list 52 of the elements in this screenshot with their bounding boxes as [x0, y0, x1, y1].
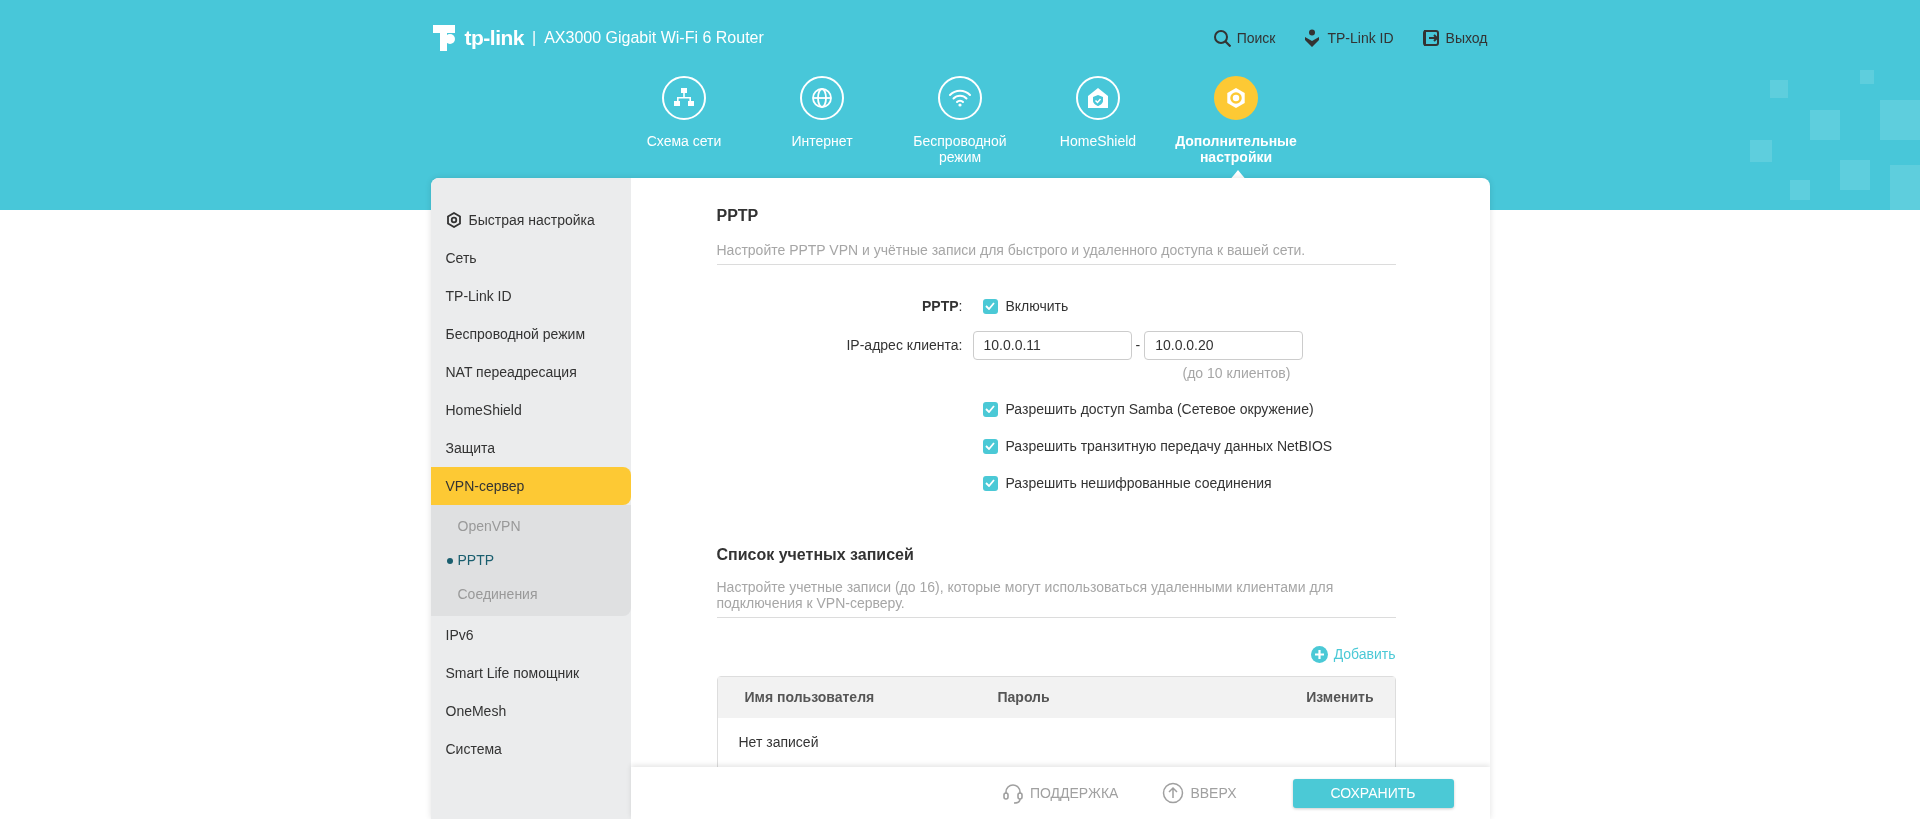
hint-text: (до 10 клиентов) [1182, 365, 1291, 381]
sidebar-item[interactable]: HomeShield [430, 391, 631, 429]
person-icon [1303, 29, 1322, 47]
header-link[interactable]: TP-Link ID [1303, 27, 1394, 49]
checkbox[interactable] [982, 298, 998, 314]
submenu-item[interactable]: PPTP [430, 545, 631, 576]
checkbox[interactable] [982, 438, 998, 454]
ip-input[interactable]: 10.0.0.11 [972, 330, 1132, 360]
column-header: Изменить [1306, 688, 1375, 707]
sidebar-item[interactable]: Система [430, 730, 631, 768]
logo-text: tp-link [464, 25, 524, 52]
section-title: PPTP [716, 206, 760, 226]
section-description: Настройте PPTP VPN и учётные записи для быстрого и удаленного доступа к вашей сети. [716, 242, 1396, 265]
dash-text: - [1134, 335, 1142, 355]
header-link[interactable]: Поиск [1212, 27, 1276, 49]
separator-text: | [532, 28, 537, 48]
checkbox[interactable] [982, 475, 998, 491]
checkbox-label: Разрешить нешифрованные соединения [1005, 473, 1272, 493]
checkbox-label: Включить [1005, 296, 1069, 316]
gear-icon [1224, 86, 1248, 110]
column-header: Имя пользователя [743, 688, 876, 707]
ip-input[interactable]: 10.0.0.20 [1144, 330, 1304, 360]
column-header: Пароль [997, 688, 1051, 707]
header-link[interactable]: Выход [1421, 27, 1488, 49]
field-label: PPTP: [921, 296, 964, 316]
checkbox-label: Разрешить транзитную передачу данных NetBIOS [1005, 436, 1333, 456]
sidebar-item[interactable]: Беспроводной режим [430, 315, 631, 353]
sidebar-item[interactable]: Сеть [430, 239, 631, 277]
globe-icon [810, 86, 834, 110]
plus-icon [1310, 646, 1328, 663]
model-title: AX3000 Gigabit Wi-Fi 6 Router [544, 28, 764, 48]
gear-icon [445, 212, 462, 228]
house-shield-icon [1086, 86, 1110, 110]
sidebar-item[interactable]: Защита [430, 429, 631, 467]
bullet-icon [446, 558, 453, 564]
checkbox-label: Разрешить доступ Samba (Сетевое окружение) [1005, 399, 1314, 419]
sidebar-item[interactable]: VPN-сервер [430, 467, 631, 505]
sidebar-item[interactable]: OneMesh [430, 692, 631, 730]
sidebar-item[interactable]: IPv6 [430, 616, 631, 654]
field-label: IP-адрес клиента: [845, 335, 964, 355]
logo-icon [430, 23, 457, 53]
headset-icon [1001, 782, 1024, 804]
sidebar-item[interactable]: Быстрая настройка [430, 201, 631, 239]
checkbox[interactable] [982, 401, 998, 417]
sidebar-item[interactable]: TP-Link ID [430, 277, 631, 315]
logout-icon [1421, 29, 1440, 47]
section-title: Список учетных записей [716, 545, 915, 565]
sidebar-item[interactable]: Smart Life помощник [430, 654, 631, 692]
sidebar-item[interactable]: NAT переадресация [430, 353, 631, 391]
search-icon [1212, 29, 1231, 47]
empty-text: Нет записей [737, 733, 819, 752]
section-description: Настройте учетные записи (до 16), которые могут использоваться удаленными клиентами для подключения к VPN-серверу. [716, 579, 1396, 618]
